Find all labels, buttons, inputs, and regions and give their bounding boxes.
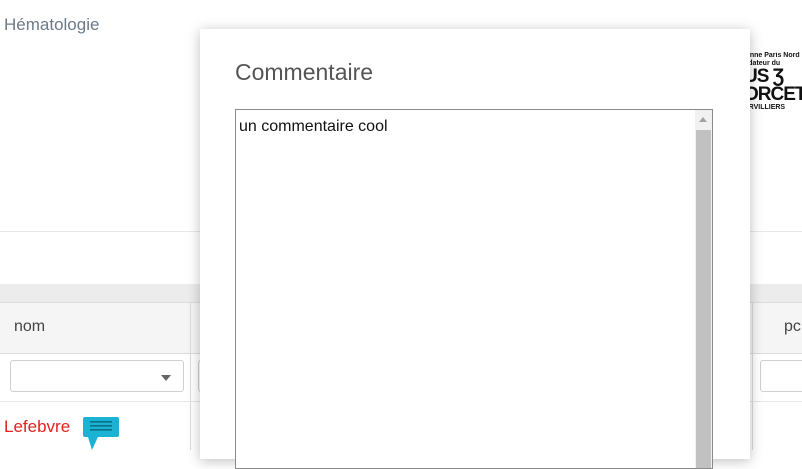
speech-bubble-icon xyxy=(83,417,119,450)
logo-line-5: ERVILLIERS xyxy=(744,104,786,111)
logo-line-1: ienne Paris Nord xyxy=(744,52,800,59)
nom-filter-select[interactable] xyxy=(10,360,184,392)
column-header-pc[interactable]: pc xyxy=(784,318,801,336)
modal-title: Commentaire xyxy=(235,59,374,85)
caret-down-icon xyxy=(161,375,171,381)
scroll-up-arrow-icon[interactable] xyxy=(699,117,707,122)
section-title: Hématologie xyxy=(4,15,100,34)
column-header-nom[interactable]: nom xyxy=(14,318,45,336)
university-logo: ienne Paris Nord ndateur du US Ʒ ORCET E… xyxy=(744,52,802,120)
column-separator xyxy=(190,302,191,450)
textarea-scrollbar[interactable] xyxy=(695,110,712,468)
comment-button[interactable] xyxy=(82,416,120,450)
comment-text: un commentaire cool xyxy=(239,118,388,135)
comment-modal: Commentaire un commentaire cool xyxy=(200,29,750,469)
patient-name[interactable]: Lefebvre xyxy=(4,417,70,437)
column-separator xyxy=(752,302,753,450)
logo-line-4: ORCET xyxy=(744,84,802,105)
pc-filter-select[interactable] xyxy=(760,360,802,392)
comment-textarea[interactable]: un commentaire cool xyxy=(235,109,713,469)
scrollbar-thumb[interactable] xyxy=(696,130,711,468)
